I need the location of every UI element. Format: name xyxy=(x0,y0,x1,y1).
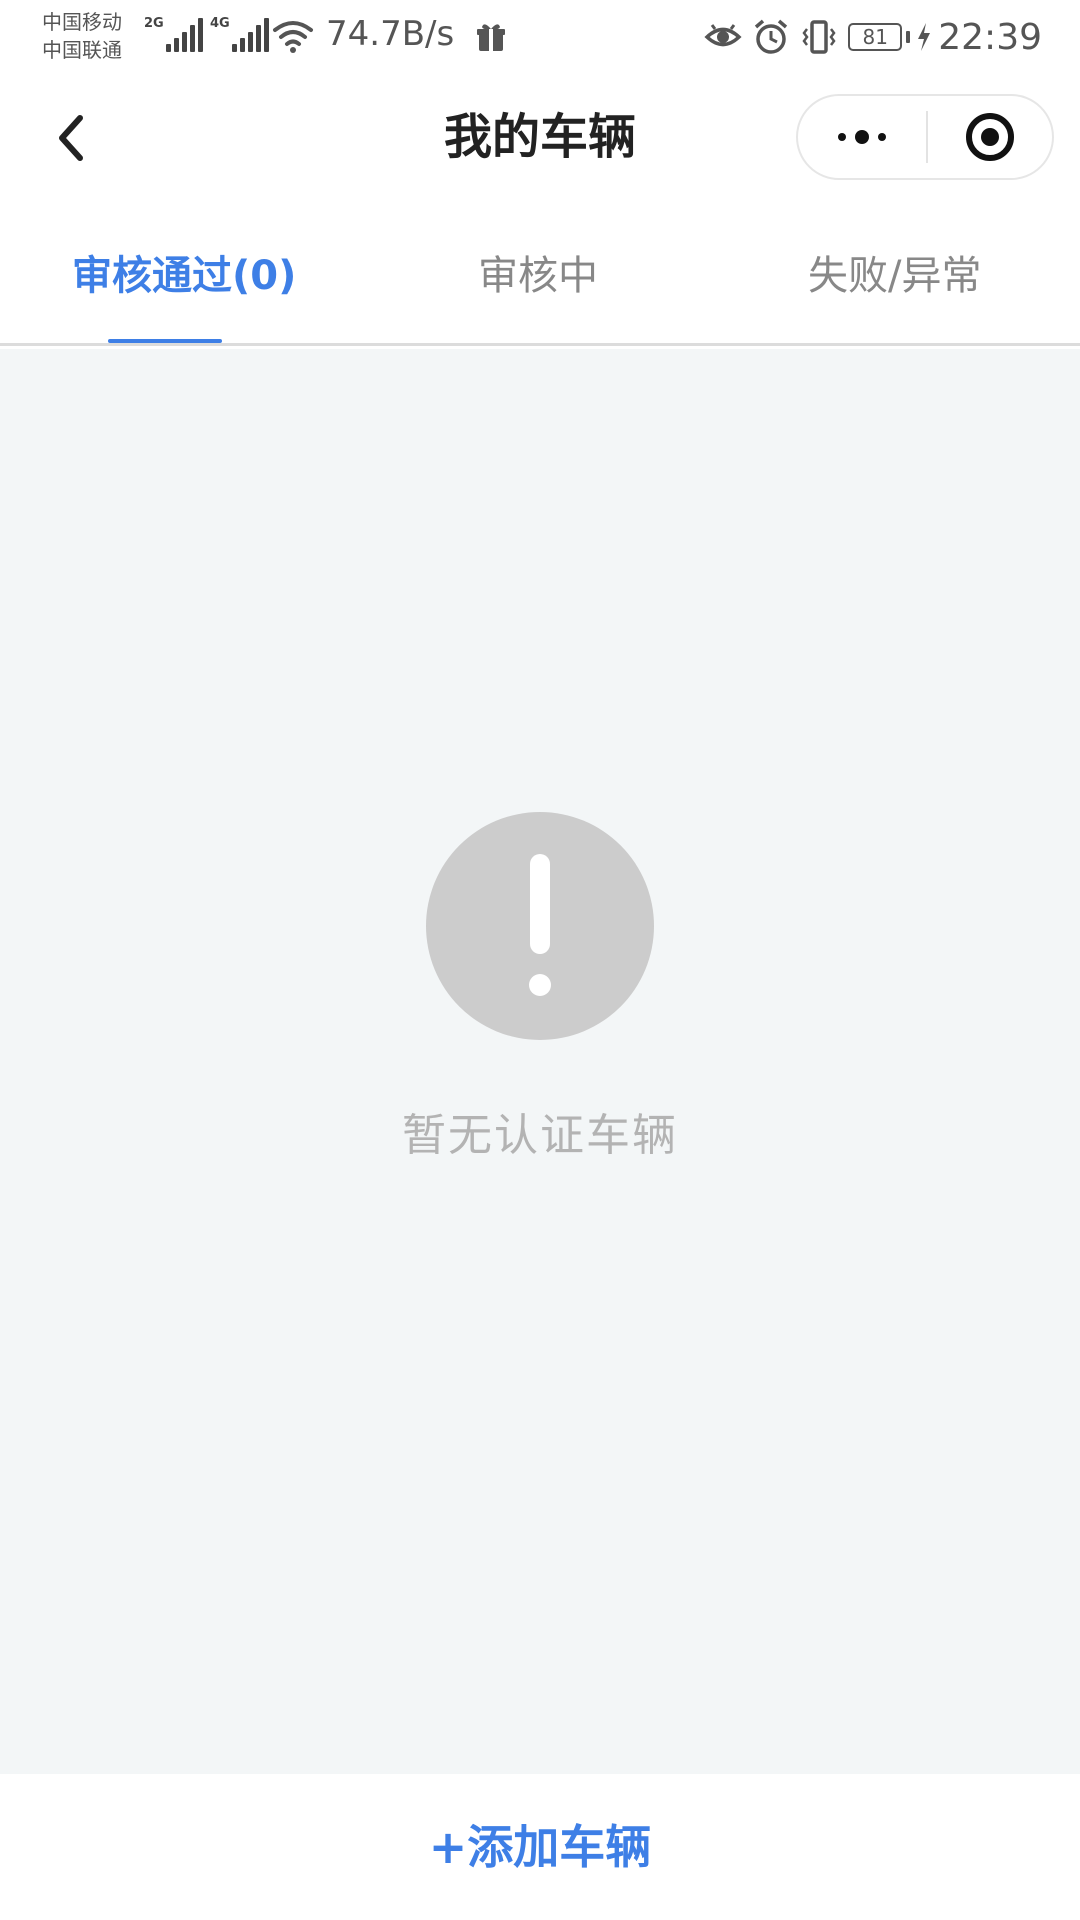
status-right: 81 22:39 xyxy=(704,12,1042,62)
target-close-icon xyxy=(966,113,1014,161)
battery-cap xyxy=(906,31,911,43)
gift-icon xyxy=(477,24,505,51)
carrier-1: 中国移动 xyxy=(42,10,122,34)
status-bar: 中国移动 中国联通 2G 4G 74.7B/s 81 22:39 xyxy=(0,0,1080,78)
status-tabs: 审核通过(0) 审核中 失败/异常 xyxy=(0,198,1080,346)
bottom-action-bar: +添加车辆 xyxy=(0,1774,1080,1920)
alarm-icon xyxy=(755,19,788,54)
vibrate-icon xyxy=(802,20,836,54)
tab-under-review[interactable]: 审核中 xyxy=(478,248,598,304)
tab-approved[interactable]: 审核通过(0) xyxy=(72,248,296,304)
mini-program-capsule xyxy=(796,94,1054,180)
battery-icon: 81 xyxy=(848,23,903,51)
signal-icon: 2G xyxy=(144,16,206,52)
carrier-info: 中国移动 中国联通 xyxy=(42,8,122,64)
tab-failed[interactable]: 失败/异常 xyxy=(808,248,981,304)
clock: 22:39 xyxy=(938,16,1042,58)
network-type-1: 2G xyxy=(144,16,164,31)
more-button[interactable] xyxy=(798,96,926,178)
charging-icon xyxy=(918,23,931,51)
close-mini-program-button[interactable] xyxy=(928,96,1052,178)
signal-icon: 4G xyxy=(210,16,272,52)
eye-icon xyxy=(704,24,742,47)
wifi-icon xyxy=(273,21,313,53)
network-type-2: 4G xyxy=(210,16,230,31)
nav-bar: 我的车辆 xyxy=(0,78,1080,198)
carrier-2: 中国联通 xyxy=(42,38,122,62)
active-tab-indicator xyxy=(108,339,222,343)
exclamation-circle-icon xyxy=(426,812,654,1040)
add-vehicle-button[interactable]: +添加车辆 xyxy=(0,1812,1080,1882)
vehicle-list-area: 暂无认证车辆 xyxy=(0,349,1080,1774)
more-dots-icon xyxy=(838,130,886,144)
empty-message: 暂无认证车辆 xyxy=(402,1110,678,1161)
net-speed: 74.7B/s xyxy=(326,14,455,54)
